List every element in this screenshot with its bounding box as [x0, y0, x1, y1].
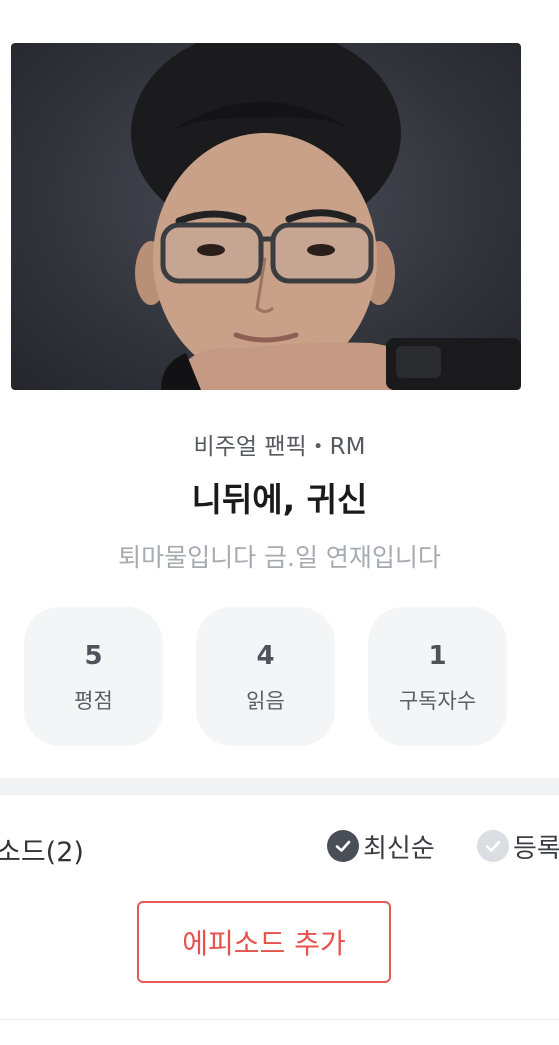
stat-value: 4: [256, 641, 275, 671]
stat-label: 구독자수: [398, 689, 477, 713]
stat-value: 5: [84, 641, 103, 671]
check-icon: [327, 830, 359, 862]
stat-value: 1: [428, 641, 447, 671]
check-icon: [477, 830, 509, 862]
sort-registered-label: 등록: [513, 833, 559, 864]
stat-rating: 5 평점: [24, 607, 163, 746]
section-divider: [0, 778, 559, 795]
stat-subscribers: 1 구독자수: [368, 607, 507, 746]
sort-registered-option[interactable]: 등록: [477, 829, 559, 864]
stat-reads: 4 읽음: [196, 607, 335, 746]
stat-label: 평점: [74, 689, 113, 713]
work-meta: 비주얼 팬픽・RM: [193, 434, 366, 460]
work-title: 니뒤에, 귀신: [191, 480, 368, 519]
stat-label: 읽음: [246, 689, 285, 713]
episode-count: 소드(2): [0, 837, 84, 868]
cover-image: [11, 43, 521, 390]
add-episode-button[interactable]: 에피소드 추가: [137, 901, 391, 983]
list-divider: [0, 1019, 559, 1020]
sort-latest-label: 최신순: [363, 833, 435, 864]
work-description: 퇴마물입니다 금.일 연재입니다: [118, 543, 441, 572]
sort-latest-option[interactable]: 최신순: [327, 829, 435, 864]
